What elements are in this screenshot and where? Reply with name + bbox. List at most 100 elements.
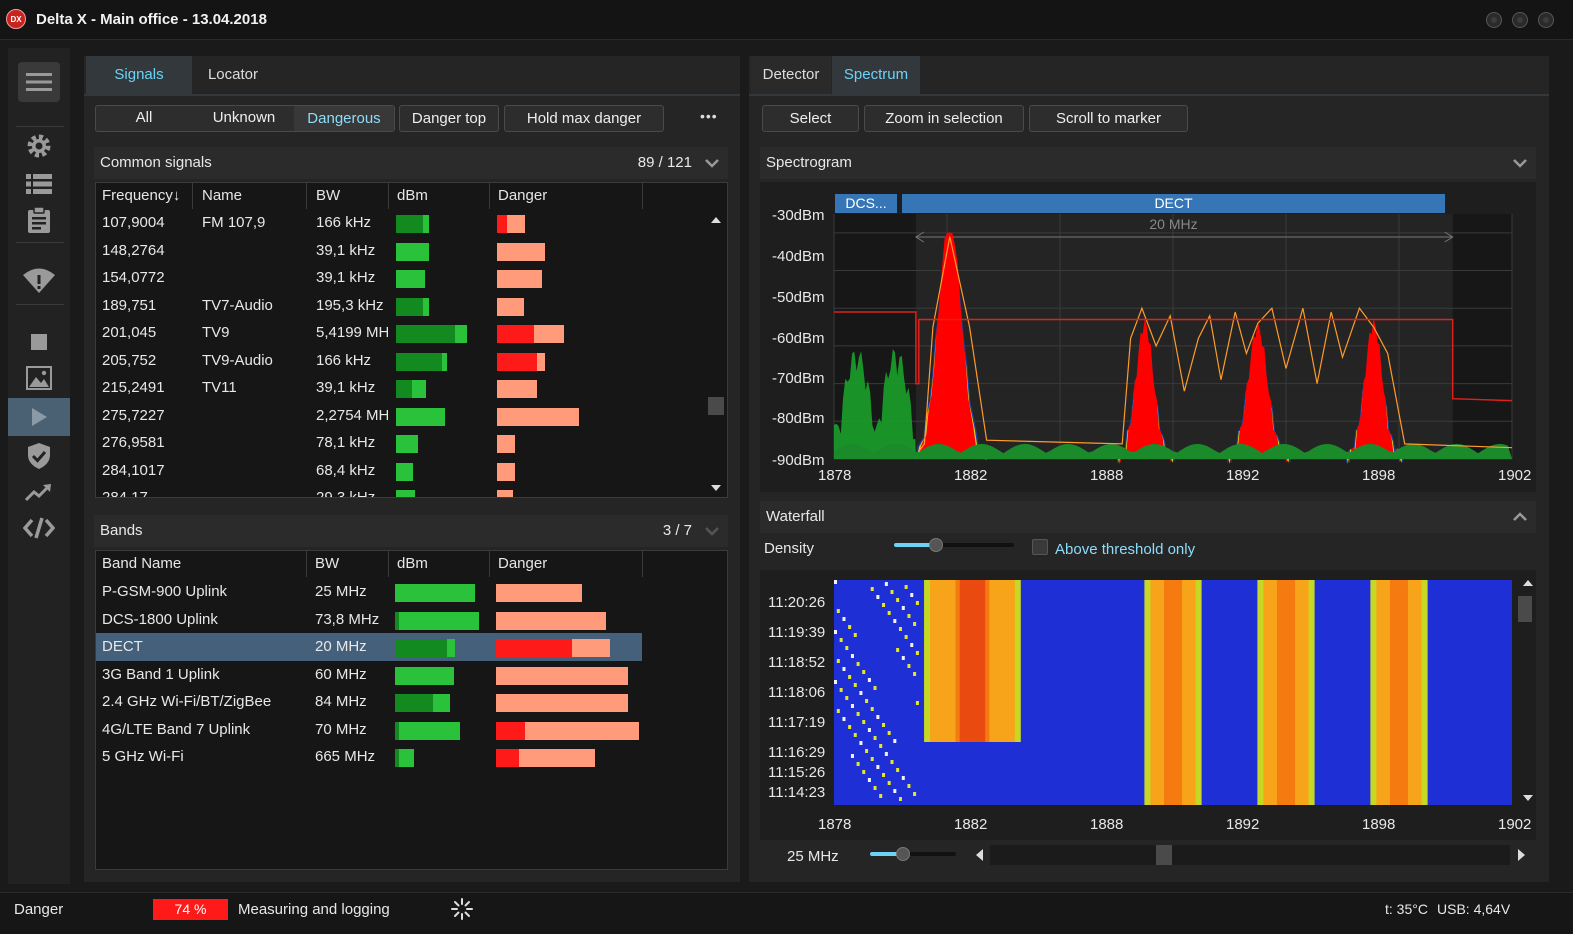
table-row[interactable]: 107,9004 FM 107,9 166 kHz [96, 209, 642, 237]
col-band-name[interactable]: Band Name [96, 551, 181, 577]
zoom-in-selection-button[interactable]: Zoom in selection [864, 105, 1024, 132]
chevron-down-icon[interactable] [704, 155, 720, 171]
sidebar-item-settings[interactable] [8, 128, 70, 164]
col-danger[interactable]: Danger [492, 183, 547, 209]
waterfall-band-core [1163, 580, 1183, 805]
time-tick-label: 11:18:52 [768, 654, 826, 671]
waterfall-speckle [842, 617, 846, 621]
x-tick-label: 1892 [1226, 816, 1260, 833]
bw-cell: 68,4 kHz [316, 461, 376, 479]
waterfall-speckle [873, 786, 877, 790]
table-row[interactable]: 148,2764 39,1 kHz [96, 237, 642, 265]
table-row[interactable]: 2.4 GHz Wi-Fi/BT/ZigBee 84 MHz [96, 688, 642, 716]
band-name-cell: 5 GHz Wi-Fi [102, 748, 184, 765]
bands-header[interactable]: Bands 3 / 7 [94, 515, 728, 547]
signals-scrollbar[interactable] [706, 211, 726, 495]
hold-max-danger-button[interactable]: Hold max danger [504, 105, 664, 132]
minimize-button[interactable] [1486, 12, 1502, 28]
time-tick-label: 11:15:26 [768, 764, 826, 781]
above-threshold-label[interactable]: Above threshold only [1055, 541, 1195, 558]
table-row[interactable]: 205,752 TV9-Audio 166 kHz [96, 347, 642, 375]
sidebar-item-detector[interactable] [8, 262, 70, 298]
window-title: Delta X - Main office - 13.04.2018 [36, 11, 267, 28]
table-row[interactable]: DECT 20 MHz [96, 633, 642, 661]
spectrogram-header[interactable]: Spectrogram [760, 147, 1536, 179]
band-label-dcs[interactable]: DCS... [835, 194, 897, 213]
tab-detector[interactable]: Detector [751, 56, 831, 94]
filter-unknown[interactable]: Unknown [194, 105, 294, 132]
waterfall-chart[interactable]: 11:20:26 11:19:39 11:18:52 11:18:06 11:1… [760, 570, 1536, 840]
frequency-scrollbar[interactable] [972, 842, 1530, 868]
waterfall-speckle [904, 635, 908, 639]
table-row[interactable]: 284,17 29,3 kHz [96, 484, 642, 497]
close-button[interactable] [1538, 12, 1554, 28]
danger-peak-bar [497, 380, 537, 398]
table-row[interactable]: 284,1017 68,4 kHz [96, 457, 642, 485]
tab-locator[interactable]: Locator [192, 56, 274, 94]
spectrogram-chart[interactable]: -30dBm -40dBm -50dBm -60dBm -70dBm -80dB… [760, 182, 1536, 492]
sidebar-item-shield[interactable] [8, 438, 70, 474]
sidebar-item-report[interactable] [8, 202, 70, 238]
waterfall-speckle [834, 680, 837, 684]
band-label-dect[interactable]: DECT [902, 194, 1445, 213]
common-signals-table: Frequency↓ Name BW dBm Danger 107,9004 FM… [95, 182, 728, 498]
waterfall-speckle [870, 707, 874, 711]
col-name[interactable]: Name [196, 183, 242, 209]
col-band-dbm[interactable]: dBm [391, 551, 428, 577]
danger-top-button[interactable]: Danger top [399, 105, 499, 132]
table-row[interactable]: 215,2491 TV11 39,1 kHz [96, 374, 642, 402]
waterfall-speckle [862, 670, 866, 674]
list-icon [26, 174, 52, 194]
above-threshold-checkbox[interactable] [1032, 539, 1048, 555]
table-row[interactable]: 5 GHz Wi-Fi 665 MHz [96, 743, 642, 771]
waterfall-speckle [915, 651, 919, 655]
waterfall-speckle [898, 627, 902, 631]
bw-cell: 39,1 kHz [316, 269, 376, 286]
tab-signals[interactable]: Signals [86, 56, 192, 94]
col-dbm[interactable]: dBm [391, 183, 428, 209]
table-row[interactable]: 4G/LTE Band 7 Uplink 70 MHz [96, 716, 642, 744]
play-icon [32, 408, 47, 426]
chevron-down-icon[interactable] [1512, 155, 1528, 171]
col-band-danger[interactable]: Danger [492, 551, 547, 577]
more-options-button[interactable]: ••• [700, 108, 718, 124]
sidebar-item-trend[interactable] [8, 474, 70, 510]
chevron-up-icon[interactable] [1512, 509, 1528, 525]
dbm-peak-bar [395, 584, 475, 602]
scroll-to-marker-button[interactable]: Scroll to marker [1029, 105, 1188, 132]
tab-spectrum[interactable]: Spectrum [832, 56, 920, 94]
table-row[interactable]: 276,9581 78,1 kHz [96, 429, 642, 457]
menu-button[interactable] [18, 62, 60, 102]
table-row[interactable]: DCS-1800 Uplink 73,8 MHz [96, 606, 642, 634]
table-row[interactable]: 3G Band 1 Uplink 60 MHz [96, 661, 642, 689]
density-slider[interactable] [894, 538, 1014, 552]
col-bw[interactable]: BW [310, 183, 340, 209]
col-frequency[interactable]: Frequency↓ [96, 183, 180, 209]
common-signals-header[interactable]: Common signals 89 / 121 [94, 147, 728, 179]
zoom-slider[interactable] [870, 847, 956, 861]
maximize-button[interactable] [1512, 12, 1528, 28]
chevron-down-icon[interactable] [704, 523, 720, 539]
table-row[interactable]: 154,0772 39,1 kHz [96, 264, 642, 292]
table-row[interactable]: 201,045 TV9 5,4199 MH [96, 319, 642, 347]
table-row[interactable]: P-GSM-900 Uplink 25 MHz [96, 578, 642, 606]
dbm-peak-bar [396, 435, 418, 453]
table-row[interactable]: 189,751 TV7-Audio 195,3 kHz [96, 292, 642, 320]
sidebar-item-code[interactable] [8, 510, 70, 546]
filter-dangerous[interactable]: Dangerous [294, 106, 394, 131]
sidebar-item-list[interactable] [8, 166, 70, 202]
wf-scroll-down [1523, 795, 1533, 801]
table-row[interactable]: 275,7227 2,2754 MH [96, 402, 642, 430]
waterfall-speckle [887, 781, 891, 785]
sidebar-item-stop[interactable] [8, 324, 70, 360]
waterfall-header[interactable]: Waterfall [760, 501, 1536, 533]
filter-all[interactable]: All [96, 105, 192, 132]
waterfall-speckle [893, 739, 897, 743]
dbm-peak-bar [396, 407, 446, 426]
col-band-bw[interactable]: BW [309, 551, 339, 577]
sidebar-item-play[interactable] [8, 398, 70, 436]
select-button[interactable]: Select [762, 105, 859, 132]
dbm-peak-bar [441, 352, 448, 371]
waterfall-speckle [859, 741, 863, 745]
sidebar-item-image[interactable] [8, 360, 70, 396]
